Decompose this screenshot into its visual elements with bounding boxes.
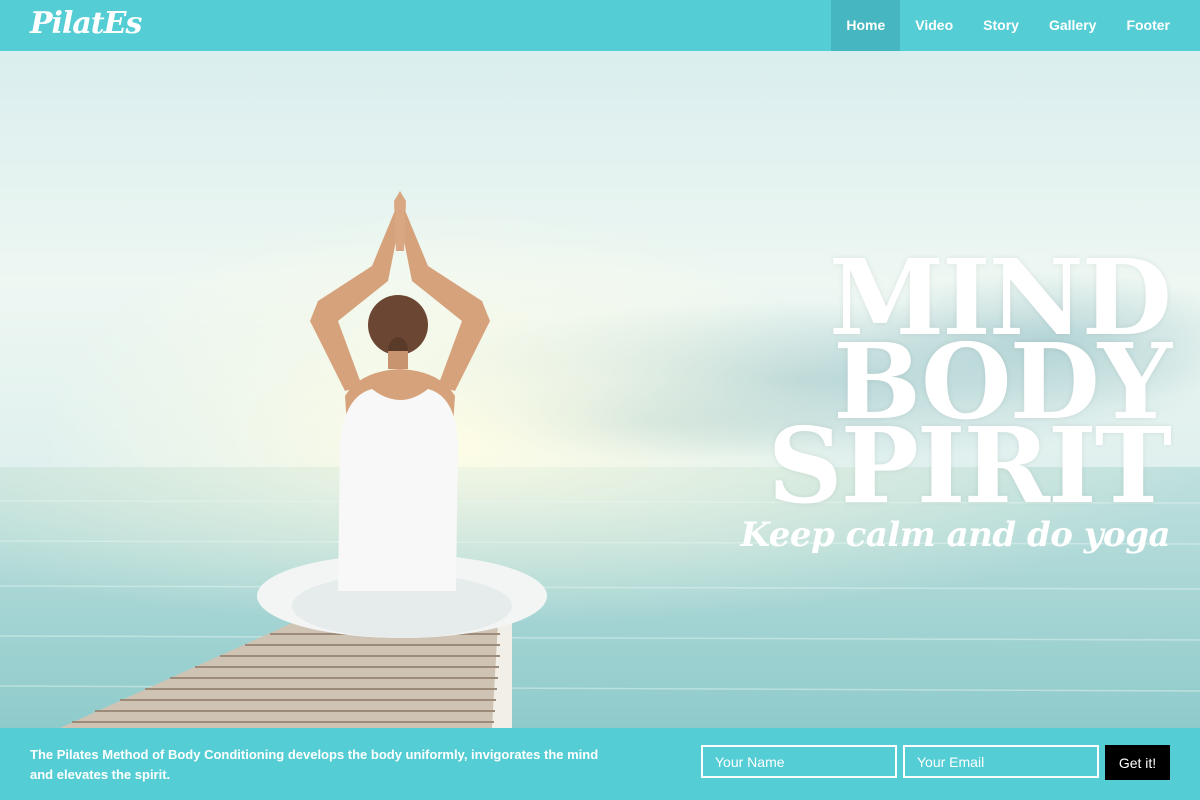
get-it-button[interactable]: Get it!	[1105, 745, 1170, 780]
nav-item-gallery[interactable]: Gallery	[1034, 0, 1111, 51]
hero-headline: MIND BODY SPIRIT	[767, 246, 1172, 527]
nav-item-video[interactable]: Video	[900, 0, 968, 51]
navbar: PilatEs Home Video Story Gallery Footer	[0, 0, 1200, 51]
email-field[interactable]	[903, 745, 1099, 778]
hero-section: MIND BODY SPIRIT Keep calm and do yoga	[0, 51, 1200, 728]
nav-item-footer[interactable]: Footer	[1111, 0, 1185, 51]
main-nav: Home Video Story Gallery Footer	[831, 0, 1185, 51]
nav-item-story[interactable]: Story	[968, 0, 1034, 51]
hero-tagline: Keep calm and do yoga	[740, 515, 1170, 555]
footer-description: The Pilates Method of Body Conditioning …	[30, 747, 599, 782]
headline-word-spirit: SPIRIT	[767, 404, 1172, 527]
signup-bar: The Pilates Method of Body Conditioning …	[0, 728, 1200, 800]
site-logo[interactable]: PilatEs	[30, 6, 142, 41]
nav-item-home[interactable]: Home	[831, 0, 901, 51]
name-field[interactable]	[701, 745, 897, 778]
